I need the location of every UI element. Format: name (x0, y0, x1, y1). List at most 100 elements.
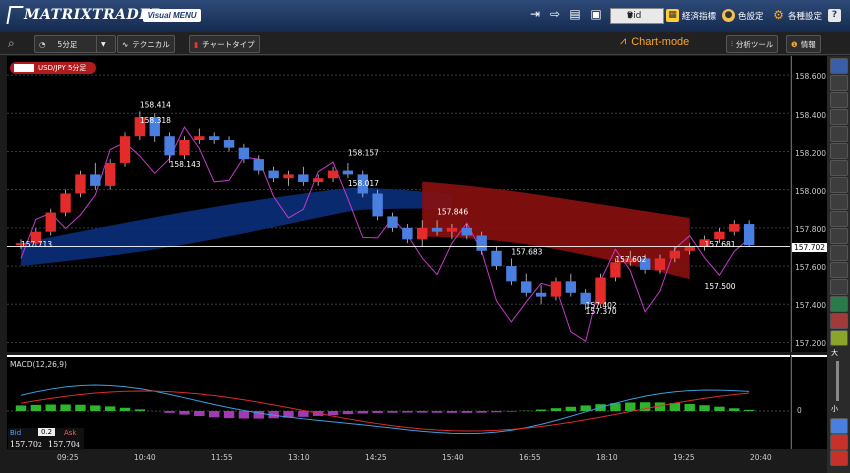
macd-histogram-bar (535, 409, 547, 411)
arc-tool[interactable] (830, 245, 848, 261)
ask-label: Ask (64, 429, 77, 437)
candle-body (238, 147, 250, 160)
macd-histogram-bar (625, 402, 636, 411)
time-tick: 18:10 (596, 453, 618, 462)
candle-body (491, 250, 502, 267)
color-settings-button[interactable]: ● 色設定 (722, 7, 764, 24)
print-icon[interactable]: ▤ (567, 7, 583, 22)
marker-tool[interactable] (830, 330, 848, 346)
timeframe-dropdown[interactable]: ▼ (96, 35, 116, 53)
chart-panel-tool[interactable] (830, 418, 848, 434)
fibonacci-tool[interactable] (830, 211, 848, 227)
cursor-tool[interactable] (830, 58, 848, 74)
login-icon[interactable]: ⇥ (527, 7, 543, 22)
settings-button[interactable]: ⚙ 各種設定 (772, 7, 822, 24)
instrument-tag[interactable]: USD/JPY 5分足 (10, 62, 97, 74)
chart-type-label: チャートタイプ (202, 39, 255, 49)
analysis-tools-button[interactable]: ⫶ 分析ツール (726, 35, 779, 53)
macd-histogram-bar (45, 404, 56, 411)
bid-select[interactable]: Bid ▼ (610, 8, 664, 24)
bid-label: Bid (10, 429, 22, 437)
candle-body (565, 281, 577, 293)
top-toolbar: MATRIXTRADER Visual MENU ⇥ ⇨ ▤ ▣ Bid ▼ ▦… (0, 0, 850, 33)
spread-value: 0.2 (38, 428, 56, 436)
clear-tool[interactable] (830, 450, 848, 466)
ellipse-tool[interactable] (830, 279, 848, 295)
macd-histogram-bar (75, 404, 86, 411)
macd-histogram-bar (565, 406, 577, 411)
candle-body (253, 159, 264, 171)
fan-tool[interactable] (830, 228, 848, 244)
price-annotation: 157.681 (705, 240, 736, 249)
macd-histogram-bar (417, 411, 428, 413)
visual-menu-button[interactable]: Visual MENU (143, 9, 201, 22)
channel-tool[interactable] (830, 194, 848, 210)
price-annotation: 157.846 (437, 208, 468, 217)
info-icon: ❶ (791, 39, 798, 49)
macd-histogram-bar (550, 408, 562, 411)
candle-body (342, 170, 354, 175)
time-tick: 11:55 (211, 453, 233, 462)
price-annotation: 158.143 (170, 160, 201, 169)
pointer-tool[interactable] (830, 126, 848, 142)
text-tool[interactable] (830, 109, 848, 125)
chart-type-button[interactable]: ▮ チャートタイプ (189, 35, 260, 53)
help-button[interactable]: ? (828, 7, 844, 24)
macd-histogram-bar (461, 411, 473, 413)
delete-tool[interactable] (830, 434, 848, 450)
comment-tool[interactable] (830, 92, 848, 108)
price-annotation: 158.017 (348, 179, 379, 188)
candle-body (402, 227, 413, 240)
time-axis: 09:25 10:40 11:55 13:10 14:25 15:40 16:5… (7, 450, 827, 473)
economic-indicators-button[interactable]: ▦ 経済指標 (666, 7, 716, 24)
chevron-down-icon: ▼ (101, 40, 106, 48)
timeframe-select[interactable]: ◔ 5分足 (34, 35, 100, 53)
candle-body (164, 136, 175, 156)
candle-body (387, 216, 398, 228)
time-tick: 10:40 (134, 453, 156, 462)
rectangle-tool[interactable] (830, 262, 848, 278)
timeframe-label: 5分足 (57, 39, 78, 49)
current-price-label: 157.702 (792, 243, 827, 252)
price-chart[interactable]: 158.414 158.318 158.143 158.157 158.017 157.8… (7, 56, 790, 352)
technical-button[interactable]: ∿ テクニカル (117, 35, 175, 53)
info-button[interactable]: ❶ 情報 (786, 35, 821, 53)
candle-body (208, 136, 220, 141)
macd-histogram-bar (506, 411, 517, 412)
price-annotation: 158.414 (140, 101, 171, 110)
bid-ask-box[interactable]: Bid 0.2 Ask 157.702 157.704 (8, 428, 84, 452)
chart-mode[interactable]: ⩘ Chart-mode (620, 35, 689, 48)
price-annotation: 157.500 (705, 282, 736, 291)
horizontal-line-tool[interactable] (830, 160, 848, 176)
macd-histogram-bar (446, 411, 458, 413)
candle-body (268, 170, 279, 179)
price-tick: 158.000 (795, 187, 827, 196)
price-annotation: 157.370 (586, 307, 617, 316)
export-icon[interactable]: ⇨ (547, 7, 563, 22)
macd-histogram-bar (327, 411, 339, 416)
candle-body (431, 227, 443, 232)
save-icon[interactable]: ▣ (588, 7, 604, 22)
macd-histogram-bar (194, 411, 205, 417)
zoom-in-label[interactable]: 大 (831, 348, 838, 358)
candle-body (743, 224, 755, 246)
trendline-tool[interactable] (830, 143, 848, 159)
arrow-up-tool[interactable] (830, 296, 848, 312)
arrow-down-tool[interactable] (830, 313, 848, 329)
chart-mode-label: Chart-mode (631, 35, 690, 48)
macd-histogram-bar (238, 411, 250, 419)
zoom-search-icon[interactable]: ⌕ (8, 35, 15, 51)
ask-price-main: 157.70 (48, 440, 76, 449)
macd-panel[interactable]: MACD(12,26,9) (7, 355, 790, 449)
candle-body (119, 136, 131, 163)
price-annotation: 158.318 (140, 116, 171, 125)
zoom-slider[interactable] (836, 361, 839, 401)
crosshair-tool[interactable] (830, 75, 848, 91)
zoom-out-label[interactable]: 小 (831, 404, 838, 414)
settings-label: 各種設定 (788, 11, 823, 22)
time-tick: 16:55 (519, 453, 541, 462)
candle-body (104, 162, 116, 186)
chart-toolbar: ⌕ ◔ 5分足 ▼ ∿ テクニカル ▮ チャートタイプ ⩘ Chart-mode… (0, 32, 850, 55)
candle-body (684, 246, 695, 251)
vertical-line-tool[interactable] (830, 177, 848, 193)
